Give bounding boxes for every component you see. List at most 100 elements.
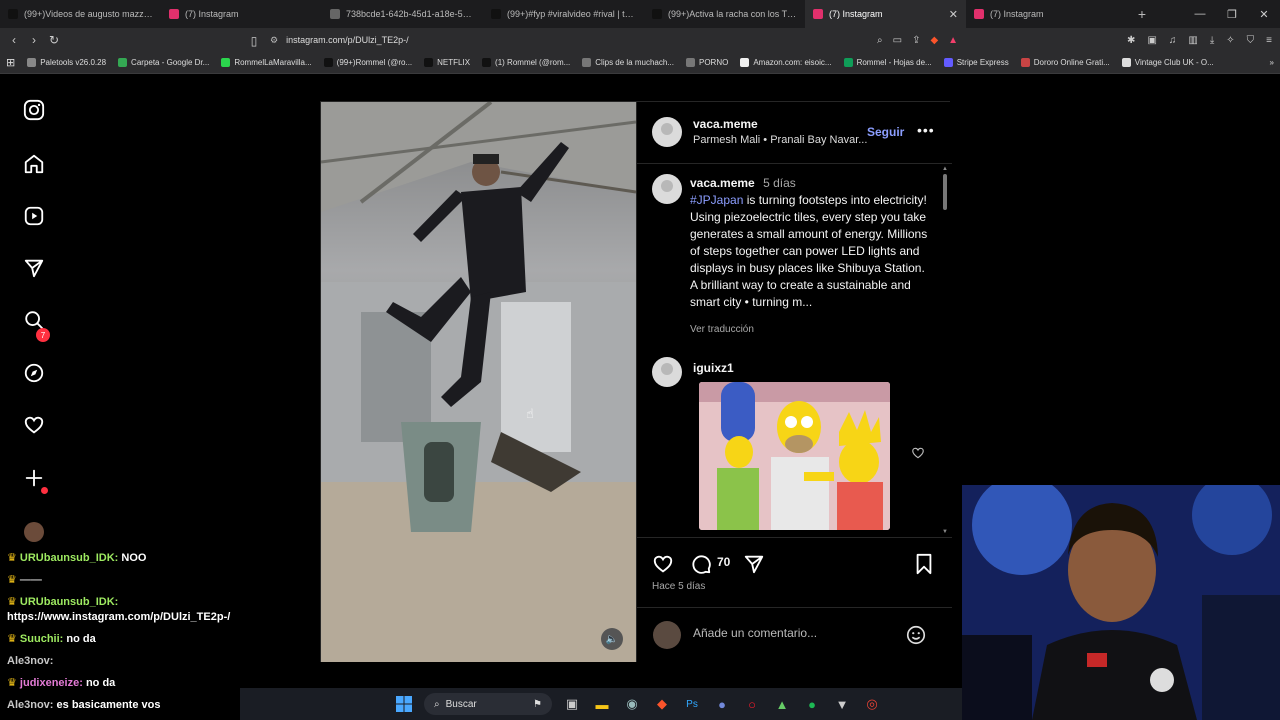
browser-tab[interactable]: (99+)#fyp #viralvideo #rival | tribal 2 <box>483 0 644 28</box>
cast-icon[interactable]: ▭ <box>893 35 902 46</box>
instagram-logo-icon[interactable] <box>20 96 48 124</box>
bookmark-item[interactable]: Stripe Express <box>938 58 1015 67</box>
forward-icon[interactable]: › <box>24 33 44 47</box>
task-view-icon[interactable]: ▣ <box>562 694 582 714</box>
bookmark-item[interactable]: Dororo Online Grati... <box>1015 58 1116 67</box>
bookmark-item[interactable]: Rommel - Hojas de... <box>838 58 938 67</box>
comments-scrollbar[interactable]: ▲ ▼ <box>942 166 948 535</box>
save-bookmark-icon[interactable] <box>912 552 936 576</box>
like-comment-icon[interactable] <box>911 446 925 460</box>
steam-icon[interactable]: ◉ <box>622 694 642 714</box>
commenter-avatar[interactable] <box>652 357 682 387</box>
bookmark-item[interactable]: (1) Rommel (@rom... <box>476 58 576 67</box>
windows-taskbar: ⌕ Buscar ⚑ ▣ ▬ ◉ ◆ Ps ● ○ ▲ ● ▼ ◎ <box>240 688 962 720</box>
bookmark-label: (99+)Rommel (@ro... <box>336 58 413 67</box>
post-header: vaca.meme Parmesh Mali • Pranali Bay Nav… <box>637 102 952 164</box>
new-tab-icon[interactable]: + <box>1127 6 1157 22</box>
chat-username: Suuchii: <box>19 633 64 645</box>
comment-input[interactable] <box>693 626 893 640</box>
bookmark-page-icon[interactable]: ▯ <box>244 34 264 48</box>
mute-icon[interactable]: 🔈 <box>601 628 623 650</box>
home-icon[interactable] <box>20 150 48 178</box>
apps-icon[interactable]: ⊞ <box>0 56 21 69</box>
profile-avatar[interactable] <box>20 518 48 546</box>
caption-avatar[interactable] <box>652 174 682 204</box>
bookmark-item[interactable]: Amazon.com: eisoic... <box>734 58 837 67</box>
leo-icon[interactable]: ✧ <box>1226 35 1234 46</box>
like-icon[interactable] <box>651 552 675 576</box>
tiktok-icon <box>652 9 662 19</box>
minimize-icon[interactable]: — <box>1184 0 1216 28</box>
notifications-heart-icon[interactable] <box>20 411 48 439</box>
downloads-icon[interactable]: ⤓ <box>1210 35 1214 46</box>
menu-icon[interactable]: ≡ <box>1266 35 1272 46</box>
browser-tab[interactable]: 738bcde1-642b-45d1-a18e-5a3d42 <box>322 0 483 28</box>
bookmark-item[interactable]: PORNO <box>680 58 734 67</box>
see-translation-link[interactable]: Ver traducción <box>690 324 754 335</box>
opera-icon[interactable]: ○ <box>742 694 762 714</box>
photoshop-icon[interactable]: Ps <box>682 694 702 714</box>
zoom-icon[interactable]: ⌕ <box>877 35 883 46</box>
follow-button[interactable]: Seguir <box>867 125 904 139</box>
extensions-icon[interactable]: ✱ <box>1127 35 1135 46</box>
bookmark-item[interactable]: Clips de la muchach... <box>576 58 680 67</box>
windows-start-icon[interactable] <box>394 694 414 714</box>
close-window-icon[interactable]: ✕ <box>1248 0 1280 28</box>
wallet-icon[interactable]: ▣ <box>1147 35 1156 46</box>
bookmark-item[interactable]: NETFLIX <box>418 58 476 67</box>
spotify-icon[interactable]: ● <box>802 694 822 714</box>
post-date: Hace 5 días <box>652 581 706 592</box>
bookmark-favicon-icon <box>118 58 128 67</box>
caption-hashtag[interactable]: #JPJapan <box>690 193 743 207</box>
bookmark-label: Dororo Online Grati... <box>1033 58 1110 67</box>
bookmark-favicon-icon <box>1020 58 1030 67</box>
chat-message: ♛ judixeneize: no da <box>7 676 231 691</box>
bookmark-item[interactable]: (99+)Rommel (@ro... <box>318 58 418 67</box>
sidebar-icon[interactable]: ▥ <box>1188 35 1197 46</box>
emoji-icon[interactable] <box>905 624 927 646</box>
media-icon[interactable]: ♫ <box>1169 35 1177 46</box>
my-avatar[interactable] <box>653 621 681 649</box>
browser-tab[interactable]: (99+)Activa la racha con los Therian <box>644 0 805 28</box>
site-info-icon[interactable]: ⚙ <box>270 35 278 46</box>
file-explorer-icon[interactable]: ▬ <box>592 694 612 714</box>
close-tab-icon[interactable]: ✕ <box>949 8 958 21</box>
bookmark-label: Rommel - Hojas de... <box>856 58 932 67</box>
comment-icon[interactable] <box>689 552 713 576</box>
bookmark-item[interactable]: Paletools v26.0.28 <box>21 58 112 67</box>
share-post-icon[interactable] <box>742 552 766 576</box>
bookmark-item[interactable]: RommelLaMaravilla... <box>215 58 317 67</box>
taskbar-search[interactable]: ⌕ Buscar ⚑ <box>424 693 552 715</box>
chat-message: ♛ —— <box>7 573 231 588</box>
reload-icon[interactable]: ↻ <box>44 33 64 47</box>
explore-icon[interactable] <box>20 359 48 387</box>
chrome-icon[interactable]: ◎ <box>862 694 882 714</box>
reels-icon[interactable] <box>20 202 48 230</box>
more-bookmarks-icon[interactable]: » <box>1264 58 1280 67</box>
webcam-overlay <box>962 485 1280 720</box>
bookmark-item[interactable]: Carpeta - Google Dr... <box>112 58 215 67</box>
browser-tab[interactable]: (7) Instagram ✕ <box>805 0 966 28</box>
vpn-taskbar-icon[interactable]: ▼ <box>832 694 852 714</box>
messages-icon[interactable] <box>20 254 48 282</box>
caption-username[interactable]: vaca.meme <box>690 176 755 190</box>
audio-info[interactable]: Parmesh Mali • Pranali Bay Navar... <box>693 134 868 146</box>
app-icon[interactable]: ▲ <box>772 694 792 714</box>
reel-video[interactable]: 🔈 <box>321 102 636 662</box>
brave-shield-icon[interactable]: ◆ <box>930 35 938 46</box>
commenter-username[interactable]: iguixz1 <box>693 361 734 375</box>
brave-taskbar-icon[interactable]: ◆ <box>652 694 672 714</box>
author-avatar[interactable] <box>652 117 682 147</box>
brave-rewards-icon[interactable]: ▲ <box>948 35 958 46</box>
browser-tab[interactable]: (99+)Videos de augusto mazza (@a <box>0 0 161 28</box>
back-icon[interactable]: ‹ <box>4 33 24 47</box>
vpn-icon[interactable]: ⛉ <box>1247 35 1255 46</box>
share-icon[interactable]: ⇪ <box>912 35 920 46</box>
bookmark-item[interactable]: Vintage Club UK - O... <box>1116 58 1220 67</box>
restore-icon[interactable]: ❐ <box>1216 0 1248 28</box>
more-options-icon[interactable]: ••• <box>917 122 935 138</box>
discord-icon[interactable]: ● <box>712 694 732 714</box>
browser-tab[interactable]: (7) Instagram <box>161 0 322 28</box>
browser-tab[interactable]: (7) Instagram <box>966 0 1127 28</box>
author-username[interactable]: vaca.meme <box>693 117 758 131</box>
